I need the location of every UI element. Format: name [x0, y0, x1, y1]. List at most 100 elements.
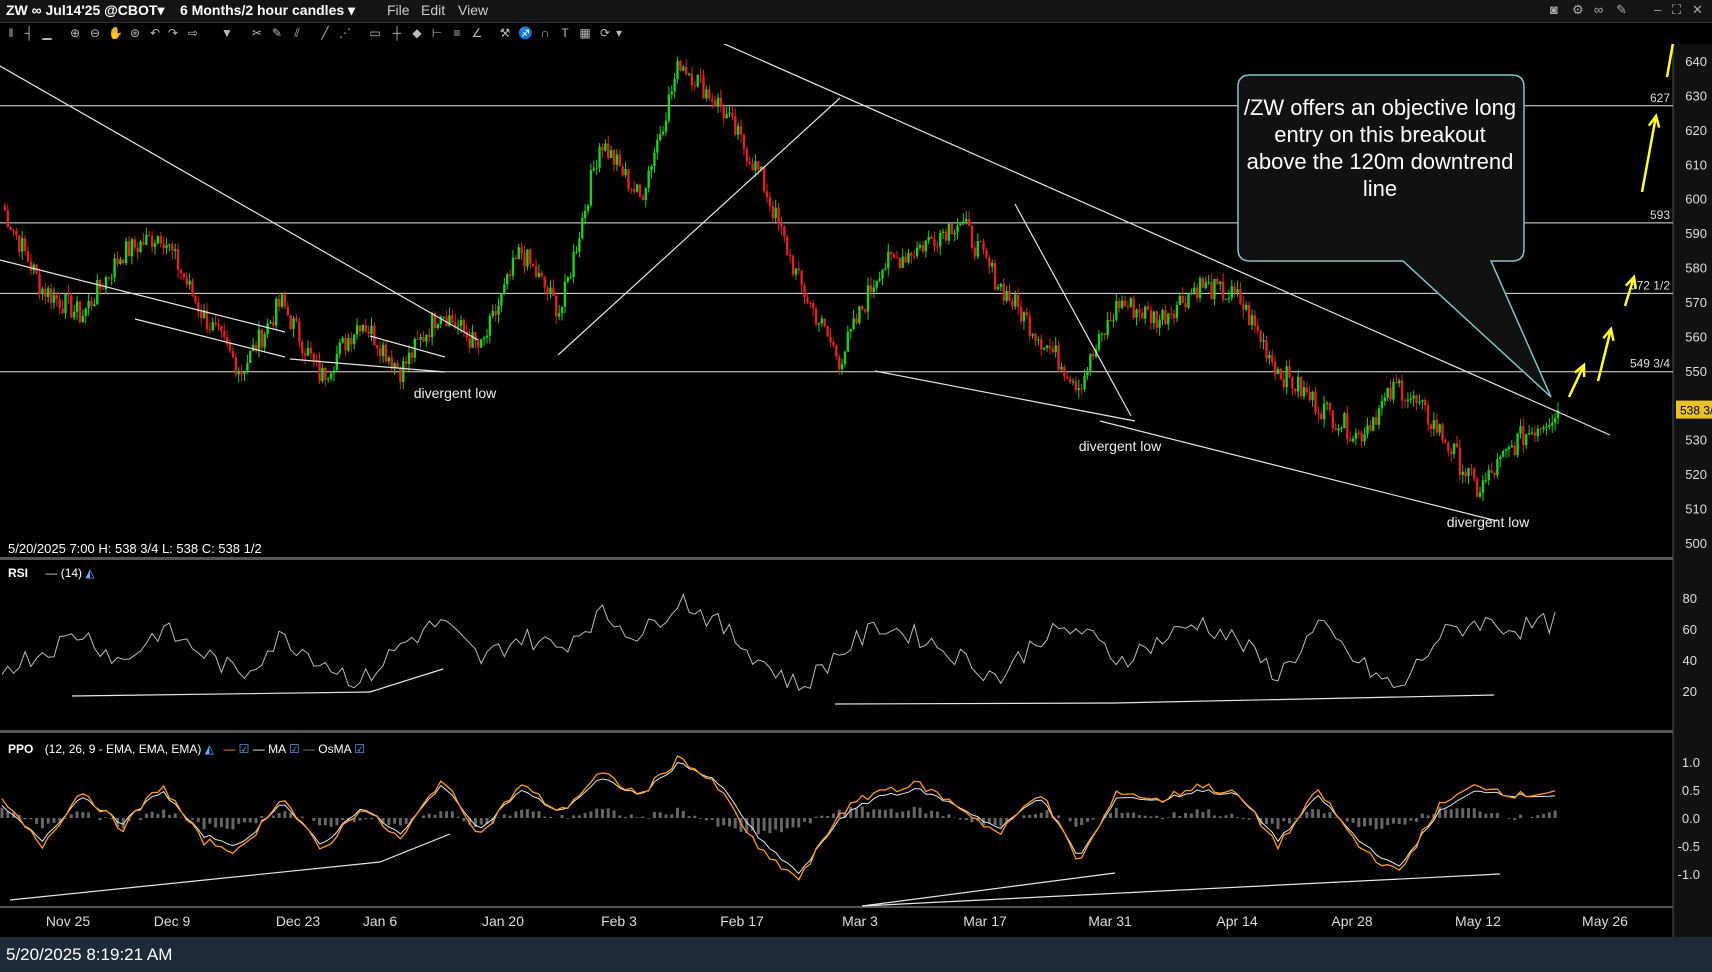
forward-icon[interactable]: ⇨ — [186, 26, 200, 40]
candle-body — [329, 373, 333, 379]
candle-body — [993, 262, 997, 290]
time-tick-label: Apr 14 — [1216, 913, 1257, 929]
osma-bar — [1120, 812, 1124, 818]
ppo-settings-icon[interactable]: ◭ — [205, 742, 214, 756]
osma-bar — [191, 818, 195, 820]
osma-bar — [901, 811, 905, 818]
candle-body — [1513, 445, 1516, 456]
level-label: 627 — [1650, 91, 1670, 105]
magnet-icon[interactable]: ∩ — [538, 26, 552, 40]
osma-bar — [1201, 812, 1205, 818]
price-tick-label: 520 — [1685, 467, 1707, 482]
ohlc-icon[interactable]: ┤ — [22, 26, 36, 40]
link-icon[interactable]: ∞ — [1594, 2, 1603, 17]
title-bar: ZW ∞ Jul14'25 @CBOT▾ 6 Months/2 hour can… — [0, 0, 1712, 23]
candle-body — [1051, 348, 1055, 353]
price-tick-label: 580 — [1685, 261, 1707, 276]
osma-bar — [999, 818, 1003, 827]
osma-bar — [895, 812, 899, 818]
menu-edit[interactable]: Edit — [421, 2, 445, 18]
menu-view[interactable]: View — [458, 2, 488, 18]
gear-icon[interactable]: ⚙ — [1572, 2, 1584, 18]
candle-body — [1126, 306, 1130, 308]
undo-icon[interactable]: ↶ — [148, 26, 162, 40]
osma-bar — [958, 818, 962, 820]
osma-bar — [704, 818, 708, 821]
hand-icon[interactable]: ✋ — [108, 26, 123, 40]
candle-body — [72, 311, 76, 318]
fan-icon[interactable]: ⋰ — [338, 26, 352, 40]
symbol-selector[interactable]: ZW ∞ Jul14'25 @CBOT▾ — [6, 2, 164, 19]
candle-body — [29, 261, 33, 271]
candle-body — [656, 139, 659, 153]
candle-body — [55, 295, 59, 299]
scissors-icon[interactable]: ✂ — [250, 26, 264, 40]
text-icon[interactable]: T — [558, 26, 572, 40]
volume-icon[interactable]: ▁ — [40, 26, 54, 40]
candle-body — [913, 255, 916, 257]
cursor-icon[interactable]: ▼ — [220, 26, 234, 40]
measure-icon[interactable]: ⊢ — [430, 26, 444, 40]
candle-body — [1169, 313, 1173, 315]
pin-icon[interactable]: ✎ — [1616, 2, 1627, 18]
ppo-checkbox-icon[interactable]: ☑ — [239, 742, 250, 756]
trendline-icon[interactable]: ╱ — [318, 26, 332, 40]
crosshair-icon[interactable]: ⊛ — [128, 26, 142, 40]
osma-bar — [1495, 813, 1499, 818]
candle-body — [338, 342, 341, 354]
candle-body — [982, 242, 985, 251]
candle-body — [1545, 426, 1548, 428]
candle-body — [430, 313, 434, 338]
pencil-icon[interactable]: ✎ — [270, 26, 284, 40]
time-tick-label: Mar 3 — [842, 913, 878, 929]
trendline — [1099, 420, 1498, 522]
menu-file[interactable]: File — [387, 2, 410, 18]
bars-icon[interactable]: ‖ — [4, 26, 18, 40]
candle-body — [578, 238, 581, 252]
osma-bar — [1074, 818, 1078, 827]
time-tick-label: Feb 17 — [720, 913, 764, 929]
ma-checkbox-icon[interactable]: ☑ — [289, 742, 300, 756]
close-icon[interactable]: ✕ — [1692, 2, 1703, 18]
chevron-down-icon[interactable]: ▾ — [612, 26, 626, 40]
channel-icon[interactable]: ⫽ — [290, 26, 304, 40]
candle-body — [1207, 281, 1210, 283]
candle-body — [185, 277, 188, 285]
candle-body — [583, 210, 587, 219]
rsi-settings-icon[interactable]: ◭ — [85, 566, 94, 580]
candle-body — [546, 287, 549, 294]
fib-icon[interactable]: ≡ — [450, 26, 464, 40]
wrench-icon[interactable]: ⚒ — [498, 26, 512, 40]
osma-bar — [762, 818, 766, 831]
candle-body — [1077, 388, 1080, 390]
candle-body — [471, 332, 474, 348]
timeframe-selector[interactable]: 6 Months/2 hour candles ▾ — [180, 2, 355, 19]
osma-checkbox-icon[interactable]: ☑ — [354, 742, 365, 756]
bar-pattern-icon[interactable]: ┼ — [390, 26, 404, 40]
angle-icon[interactable]: ∠ — [470, 26, 484, 40]
osma-bar — [1057, 815, 1061, 818]
camera-icon[interactable]: ◙ — [1550, 2, 1558, 17]
arrow-both-icon[interactable]: ◆ — [410, 26, 424, 40]
rsi-tick-label: 60 — [1683, 622, 1697, 637]
candle-body — [1429, 424, 1433, 429]
zoom-in-icon[interactable]: ⊕ — [68, 26, 82, 40]
zoom-out-icon[interactable]: ⊖ — [88, 26, 102, 40]
osma-bar — [687, 816, 691, 818]
osma-bar — [439, 811, 443, 818]
rectangle-icon[interactable]: ▭ — [368, 26, 382, 40]
brush-icon[interactable]: ♐ — [518, 26, 533, 40]
maximize-icon[interactable]: ⛶ — [1672, 2, 1681, 18]
candle-body — [234, 357, 238, 375]
candle-body — [1031, 333, 1034, 336]
candle-body — [1452, 443, 1456, 454]
minimize-icon[interactable]: – — [1654, 2, 1661, 17]
redo-icon[interactable]: ↷ — [166, 26, 180, 40]
refresh-icon[interactable]: ⟳ — [598, 26, 612, 40]
candle-body — [855, 318, 858, 323]
osma-bar — [341, 818, 345, 820]
ruler-icon[interactable]: ▦ — [578, 26, 592, 40]
candle-body — [552, 287, 555, 296]
candle-body — [292, 318, 295, 329]
osma-bar — [647, 818, 651, 819]
